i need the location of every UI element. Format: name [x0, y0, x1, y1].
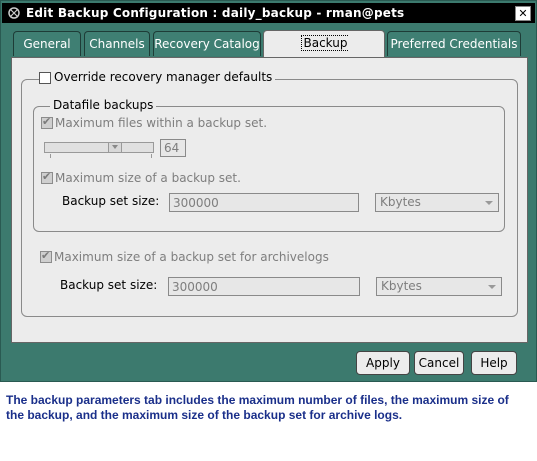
max-size-checkbox[interactable]: [41, 170, 53, 184]
tab-label: General: [23, 37, 71, 51]
archivelog-unit-select[interactable]: Kbytes: [376, 277, 502, 296]
archivelog-size-input[interactable]: 300000: [168, 277, 360, 296]
unit-value: Kbytes: [381, 279, 422, 293]
tab-label: Preferred Credentials: [390, 37, 518, 51]
chevron-down-icon: [488, 285, 496, 289]
slider-thumb[interactable]: [108, 142, 122, 153]
override-label: Override recovery manager defaults: [51, 70, 276, 84]
max-files-label: Maximum files within a backup set.: [55, 116, 268, 130]
dialog-window: Edit Backup Configuration : daily_backup…: [0, 0, 537, 382]
archivelog-label: Maximum size of a backup set for archive…: [54, 250, 329, 264]
slider-ticks: [50, 154, 152, 158]
unit-value: Kbytes: [380, 195, 421, 209]
figure-caption: The backup parameters tab includes the m…: [6, 393, 509, 422]
tab-recovery-catalog[interactable]: Recovery Catalog: [153, 31, 261, 56]
window-title: Edit Backup Configuration : daily_backup…: [26, 6, 405, 20]
max-files-checkbox[interactable]: [41, 115, 53, 129]
datafile-backups-legend: Datafile backups: [50, 98, 157, 112]
backup-set-size-label: Backup set size:: [62, 194, 160, 208]
app-icon: [8, 7, 20, 19]
tab-label: Channels: [89, 37, 145, 51]
chevron-down-icon: [485, 201, 493, 205]
tab-preferred-credentials[interactable]: Preferred Credentials: [387, 31, 521, 56]
help-button[interactable]: Help: [471, 351, 517, 375]
tab-general[interactable]: General: [13, 31, 81, 56]
close-button[interactable]: ✕: [515, 6, 531, 21]
backup-set-unit-select[interactable]: Kbytes: [375, 193, 499, 212]
max-files-slider[interactable]: [44, 142, 154, 153]
max-files-value[interactable]: 64: [160, 139, 186, 157]
tab-channels[interactable]: Channels: [84, 31, 150, 56]
cancel-button[interactable]: Cancel: [414, 351, 464, 375]
apply-button[interactable]: Apply: [356, 351, 410, 375]
tab-label: Recovery Catalog: [154, 37, 260, 51]
archivelog-size-label: Backup set size:: [60, 278, 158, 292]
override-checkbox[interactable]: [39, 72, 51, 84]
max-size-label: Maximum size of a backup set.: [55, 171, 241, 185]
tab-backup-parameters[interactable]: Backup Parameters: [263, 30, 385, 75]
backup-set-size-input[interactable]: 300000: [169, 193, 359, 212]
archivelog-checkbox[interactable]: [40, 249, 52, 263]
title-bar: Edit Backup Configuration : daily_backup…: [2, 3, 535, 23]
